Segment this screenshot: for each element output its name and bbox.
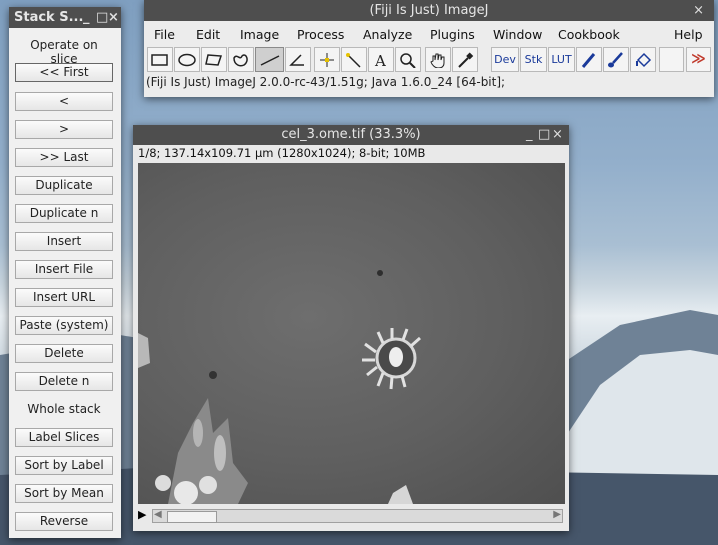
status-bar: (Fiji Is Just) ImageJ 2.0.0-rc-43/1.51g;… <box>146 75 506 89</box>
minimize-button[interactable]: _ <box>83 7 90 28</box>
sort-by-label-button[interactable]: Sort by Label <box>15 456 113 475</box>
scroll-left-icon[interactable]: ◀ <box>154 509 162 520</box>
empty-tool-slot <box>659 47 684 72</box>
tool-bar: A Dev Stk LUT ≫ <box>144 47 714 73</box>
stk-label: Stk <box>524 53 543 66</box>
insert-button[interactable]: Insert <box>15 232 113 251</box>
duplicate-button[interactable]: Duplicate <box>15 176 113 195</box>
insert-file-button[interactable]: Insert File <box>15 260 113 279</box>
svg-text:A: A <box>374 52 386 68</box>
menu-cookbook[interactable]: Cookbook <box>558 27 620 42</box>
delete-n-button[interactable]: Delete n <box>15 372 113 391</box>
last-button[interactable]: >> Last <box>15 148 113 167</box>
close-button[interactable]: × <box>552 125 563 145</box>
close-button[interactable]: × <box>108 7 119 28</box>
paste-system-button[interactable]: Paste (system) <box>15 316 113 335</box>
menu-help[interactable]: Help <box>674 27 703 42</box>
maximize-button[interactable]: □ <box>538 125 550 145</box>
minimize-button[interactable]: _ <box>526 125 533 145</box>
angle-tool-icon[interactable] <box>285 47 311 72</box>
image-canvas[interactable] <box>138 163 565 504</box>
pencil-tool-icon[interactable] <box>576 47 602 72</box>
stk-menu-tool[interactable]: Stk <box>520 47 547 72</box>
text-tool-icon[interactable]: A <box>368 47 394 72</box>
window-title: cel_3.ome.tif (33.3%) <box>281 127 421 142</box>
menu-window[interactable]: Window <box>493 27 542 42</box>
close-button[interactable]: × <box>693 0 704 21</box>
sort-by-mean-button[interactable]: Sort by Mean <box>15 484 113 503</box>
dev-label: Dev <box>494 53 516 66</box>
more-tools-icon[interactable]: ≫ <box>686 47 711 72</box>
brush-tool-icon[interactable] <box>603 47 629 72</box>
previous-button[interactable]: < <box>15 92 113 111</box>
color-picker-tool-icon[interactable] <box>452 47 478 72</box>
dev-menu-tool[interactable]: Dev <box>491 47 519 72</box>
wand-tool-icon[interactable] <box>341 47 367 72</box>
polygon-tool-icon[interactable] <box>201 47 227 72</box>
next-button[interactable]: > <box>15 120 113 139</box>
stack-sorter-titlebar[interactable]: Stack S... _ □ × <box>9 7 121 28</box>
imagej-titlebar[interactable]: (Fiji Is Just) ImageJ × <box>144 0 714 21</box>
label-slices-button[interactable]: Label Slices <box>15 428 113 447</box>
freehand-tool-icon[interactable] <box>228 47 254 72</box>
menu-image[interactable]: Image <box>240 27 279 42</box>
maximize-button[interactable]: □ <box>96 7 108 28</box>
whole-stack-label: Whole stack <box>27 402 101 416</box>
magnifier-tool-icon[interactable] <box>395 47 421 72</box>
menu-file[interactable]: File <box>154 27 175 42</box>
image-titlebar[interactable]: cel_3.ome.tif (33.3%) _ □ × <box>133 125 569 145</box>
delete-button[interactable]: Delete <box>15 344 113 363</box>
reverse-button[interactable]: Reverse <box>15 512 113 531</box>
window-title: (Fiji Is Just) ImageJ <box>369 3 489 18</box>
lut-label: LUT <box>551 53 572 66</box>
first-button[interactable]: << First <box>15 63 113 82</box>
stack-sorter-window: Stack S... _ □ × Operate on slice << Fir… <box>9 7 121 538</box>
line-tool-icon[interactable] <box>255 47 284 72</box>
scroll-row: ▶ ◀ ▶ <box>138 508 565 525</box>
scroll-right-icon[interactable]: ▶ <box>553 509 561 520</box>
duplicate-n-button[interactable]: Duplicate n <box>15 204 113 223</box>
menu-plugins[interactable]: Plugins <box>430 27 475 42</box>
play-animation-icon[interactable]: ▶ <box>138 508 146 521</box>
menu-bar: File Edit Image Process Analyze Plugins … <box>144 21 714 47</box>
scrollbar-thumb[interactable] <box>167 511 217 523</box>
insert-url-button[interactable]: Insert URL <box>15 288 113 307</box>
imagej-main-window: (Fiji Is Just) ImageJ × File Edit Image … <box>144 0 714 97</box>
menu-process[interactable]: Process <box>297 27 344 42</box>
hand-tool-icon[interactable] <box>425 47 451 72</box>
slice-scrollbar[interactable]: ◀ ▶ <box>152 509 563 523</box>
menu-analyze[interactable]: Analyze <box>363 27 412 42</box>
window-title: Stack S... <box>14 10 84 25</box>
menu-edit[interactable]: Edit <box>196 27 220 42</box>
rectangle-tool-icon[interactable] <box>147 47 173 72</box>
flood-fill-tool-icon[interactable] <box>630 47 656 72</box>
oval-tool-icon[interactable] <box>174 47 200 72</box>
image-info-line: 1/8; 137.14x109.71 µm (1280x1024); 8-bit… <box>138 146 426 160</box>
point-tool-icon[interactable] <box>314 47 340 72</box>
lut-menu-tool[interactable]: LUT <box>548 47 575 72</box>
more-tools-label: ≫ <box>691 51 706 67</box>
image-window: cel_3.ome.tif (33.3%) _ □ × 1/8; 137.14x… <box>133 125 569 531</box>
operate-on-slice-label: Operate on slice <box>30 38 98 66</box>
microscopy-image <box>138 270 421 504</box>
